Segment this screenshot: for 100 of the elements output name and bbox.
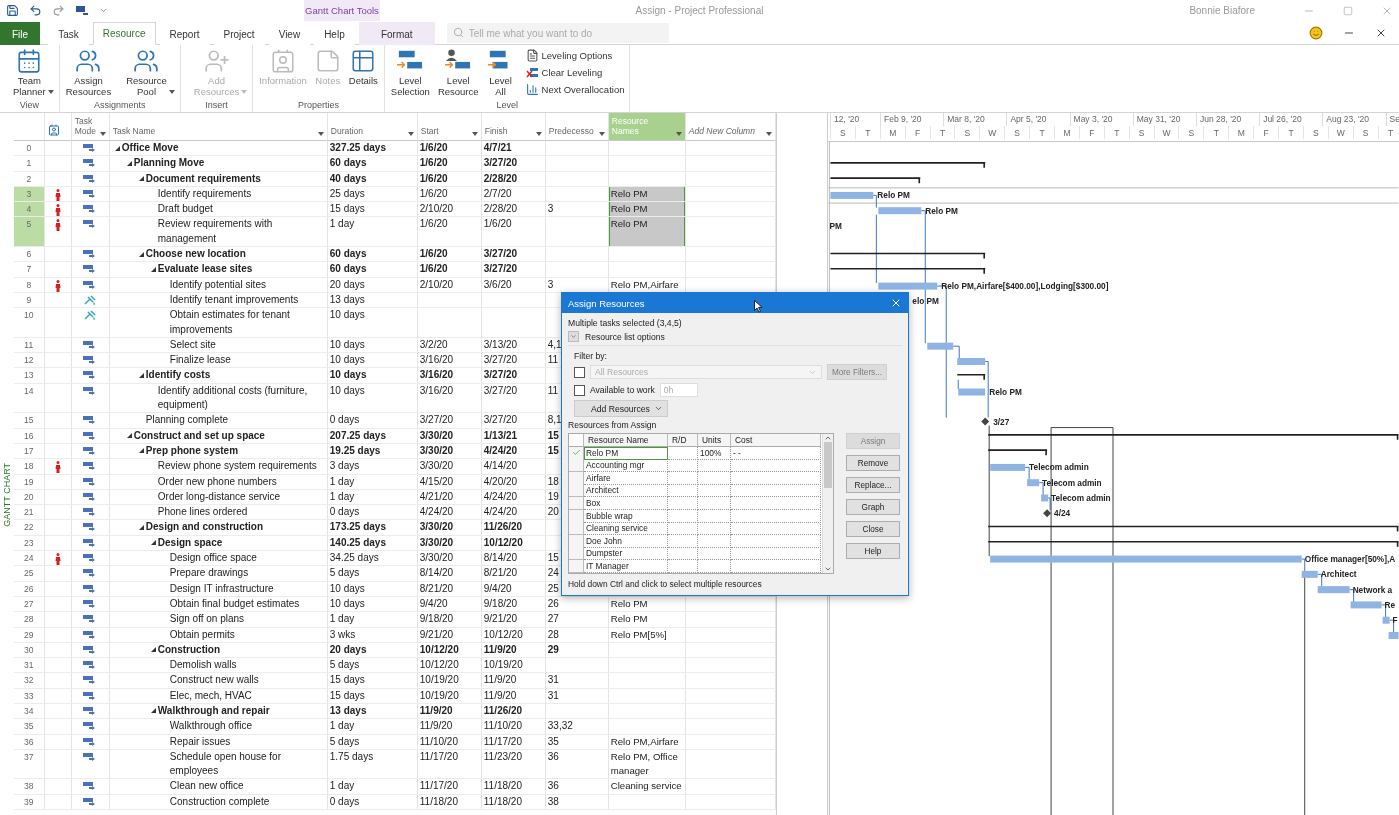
dialog-button[interactable]: Graph	[846, 499, 900, 515]
predecessors-cell: 36	[545, 749, 609, 779]
ribbon-button[interactable]: Assign Resources	[62, 48, 115, 97]
column-header[interactable]: Add New Column	[685, 113, 776, 141]
units-cell: 100%	[698, 446, 731, 460]
ribbon-button[interactable]: Leveling Options	[523, 48, 627, 63]
duration-cell: 140.25 days	[327, 535, 418, 550]
scroll-up-icon[interactable]	[824, 434, 832, 442]
dialog-button[interactable]: Close	[846, 521, 900, 537]
task-bar	[1301, 570, 1318, 578]
resource-name[interactable]: Accounting mgr	[584, 459, 668, 473]
dialog-button[interactable]: Remove	[846, 455, 900, 471]
resource-name[interactable]: Relo PM	[584, 446, 668, 460]
ribbon-button[interactable]: Clear Leveling	[523, 65, 627, 80]
dialog-button[interactable]: Help	[846, 543, 900, 559]
ribbon-button[interactable]: Level Selection	[387, 48, 433, 97]
collapse-icon[interactable]	[151, 647, 157, 653]
assignment-check[interactable]	[569, 459, 584, 473]
ribbon-tab[interactable]: Resource	[92, 22, 156, 45]
add-resources-button[interactable]: Add Resources	[574, 400, 668, 417]
ribbon-button[interactable]: Resource Pool	[116, 48, 177, 97]
close-icon[interactable]	[1375, 27, 1387, 39]
assignment-check[interactable]	[569, 547, 584, 561]
finish-date-cell: 9/4/20	[481, 581, 546, 596]
grid-header[interactable]: R/D	[668, 434, 698, 447]
column-header[interactable]: Duration	[327, 113, 418, 141]
resource-name[interactable]: IT Manager	[584, 559, 668, 573]
redo-icon[interactable]	[52, 4, 65, 17]
collapse-icon[interactable]	[127, 433, 133, 439]
resource-name[interactable]: Doe John	[584, 534, 668, 548]
undo-icon[interactable]	[29, 4, 42, 17]
collapse-icon[interactable]	[151, 708, 157, 714]
filter-arrow-icon[interactable]	[471, 132, 478, 136]
finish-date-cell: 4/24/20	[481, 505, 546, 520]
filter-arrow-icon[interactable]	[535, 132, 542, 136]
collapse-icon[interactable]	[151, 266, 157, 272]
empty-cell	[698, 509, 731, 523]
filter-arrow-icon[interactable]	[765, 132, 772, 136]
finish-date-cell: 3/27/20	[481, 368, 546, 383]
collapse-icon[interactable]	[115, 145, 121, 151]
ribbon-button[interactable]: Team Planner	[3, 48, 56, 97]
summary-bar	[956, 373, 986, 381]
ribbon-button[interactable]: Level Resource	[434, 48, 482, 97]
screen-icon[interactable]	[75, 5, 89, 16]
resource-name[interactable]: Bubble wrap	[584, 509, 668, 523]
resource-name[interactable]: Airfare	[584, 471, 668, 485]
grid-header[interactable]: Resource Name	[584, 434, 668, 447]
search-field[interactable]: Tell me what you want to do	[446, 23, 669, 43]
collapse-icon[interactable]	[151, 540, 157, 546]
save-icon[interactable]	[6, 4, 19, 17]
assignment-check[interactable]	[569, 484, 584, 498]
smiley-icon[interactable]	[1309, 26, 1323, 40]
column-header[interactable]: Task Name	[109, 113, 328, 141]
collapse-icon[interactable]	[127, 160, 133, 166]
duration-cell: 15 days	[327, 202, 418, 217]
collapse-icon[interactable]	[139, 448, 145, 454]
start-date-cell: 3/30/20	[417, 535, 482, 550]
resource-name[interactable]: Box	[584, 496, 668, 510]
collapse-icon[interactable]	[139, 372, 145, 378]
collapse-icon[interactable]	[139, 176, 145, 182]
ribbon-button[interactable]: Level All	[483, 48, 518, 97]
dialog-button[interactable]: Replace...	[846, 477, 900, 493]
timescale-label: T	[929, 126, 955, 139]
collapse-icon[interactable]	[139, 524, 145, 530]
more-filters-button[interactable]: More Filters...	[827, 364, 888, 380]
customize-icon[interactable]	[99, 6, 108, 15]
resource-name[interactable]: Cleaning service	[584, 522, 668, 536]
duration-cell: 5 days	[327, 658, 418, 673]
collapse-icon[interactable]	[139, 251, 145, 257]
task-name: Planning complete	[145, 413, 229, 428]
task-name: Prepare drawings	[169, 566, 249, 581]
filter-arrow-icon[interactable]	[317, 132, 324, 136]
scrollbar-thumb[interactable]	[824, 442, 832, 488]
row-number[interactable]: 5	[13, 217, 45, 247]
filter-arrow-icon[interactable]	[99, 132, 106, 136]
duration-cell: 1 day	[327, 779, 418, 794]
ribbon-tab[interactable]: Format	[358, 22, 435, 45]
row-number[interactable]: 4	[13, 202, 45, 217]
column-header[interactable]: Task Mode	[71, 113, 110, 141]
ribbon-tab[interactable]: File	[0, 22, 41, 45]
filter-arrow-icon[interactable]	[598, 132, 605, 136]
scrollbar[interactable]	[822, 434, 833, 573]
close-icon[interactable]	[890, 297, 902, 309]
start-date-cell: 9/4/20	[417, 596, 482, 612]
checkbox[interactable]	[574, 384, 585, 396]
assignment-check[interactable]	[569, 522, 584, 536]
column-header[interactable]: Finish	[481, 113, 546, 141]
column-header[interactable]: Predecesso	[545, 113, 609, 141]
resource-name[interactable]: Dumpster	[584, 547, 668, 561]
filter-arrow-icon[interactable]	[407, 132, 414, 136]
finish-date-cell: 3/27/20	[481, 413, 546, 428]
ribbon-button[interactable]: Details	[345, 48, 381, 87]
start-date-cell: 3/30/20	[417, 520, 482, 535]
filter-arrow-icon[interactable]	[675, 132, 682, 136]
grid-header[interactable]: Units	[698, 434, 731, 447]
checkbox[interactable]	[574, 366, 585, 378]
column-header[interactable]: Start	[417, 113, 482, 141]
ribbon-button[interactable]: Next Overallocation	[523, 82, 627, 97]
grid-header[interactable]: Cost	[731, 434, 821, 447]
resource-name[interactable]: Architect	[584, 484, 668, 498]
